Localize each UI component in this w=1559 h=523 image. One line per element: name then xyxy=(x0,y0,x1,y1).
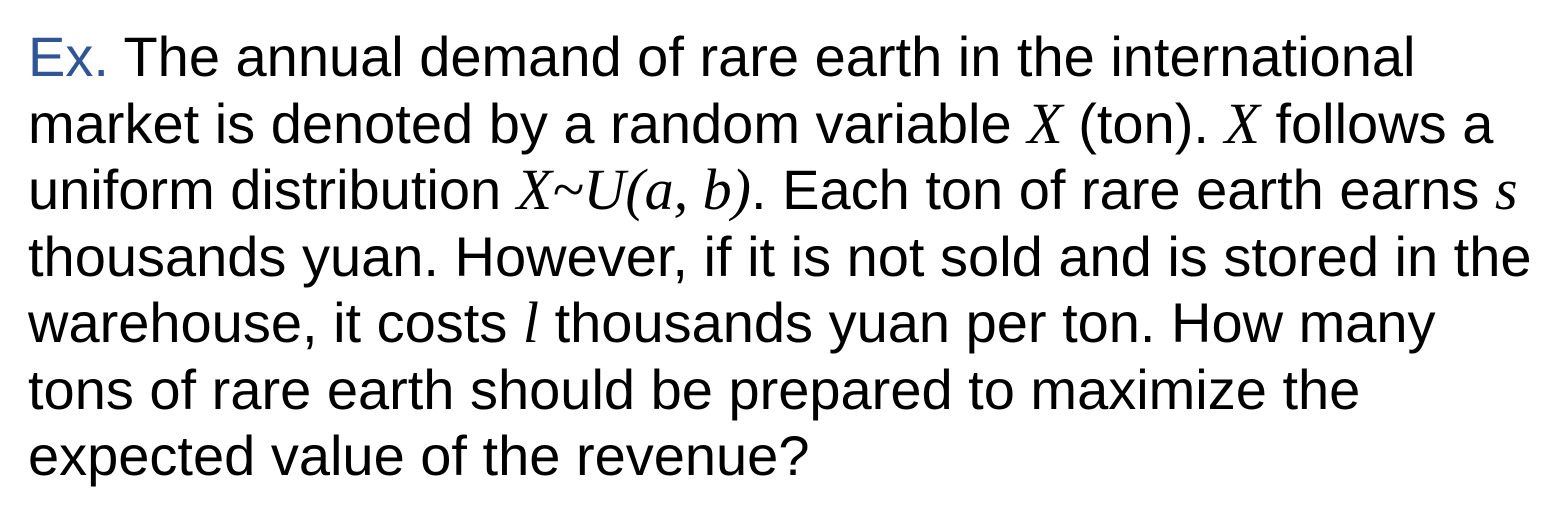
problem-text-segment: uniform distribution xyxy=(28,158,517,221)
problem-line-1: Ex. The annual demand of rare earth in t… xyxy=(28,24,1538,91)
problem-text: Ex. The annual demand of rare earth in t… xyxy=(28,24,1538,490)
problem-text-segment: market is denoted by a random variable xyxy=(28,91,1028,155)
problem-text-segment: warehouse, it costs xyxy=(28,291,523,354)
problem-text-segment: expected value of the revenue? xyxy=(28,424,810,487)
problem-text-segment: (ton). xyxy=(1062,91,1225,155)
problem-text-segment: tons of rare earth should be prepared to… xyxy=(28,357,1361,421)
problem-text-segment: The annual demand of rare earth in the i… xyxy=(108,25,1416,88)
problem-line-3: uniform distribution X~U(a, b). Each ton… xyxy=(28,157,1538,224)
problem-text-segment: follows a xyxy=(1259,91,1494,155)
math-distribution: X~U(a, b) xyxy=(516,157,751,222)
problem-text-segment: thousands yuan. However, if it is not so… xyxy=(28,224,1532,288)
problem-text-segment: . Each ton of rare earth earns xyxy=(751,158,1495,221)
problem-line-4: thousands yuan. However, if it is not so… xyxy=(28,224,1538,291)
problem-line-7: expected value of the revenue? xyxy=(28,423,1538,490)
math-variable-l: l xyxy=(522,290,540,355)
math-variable-x: X xyxy=(1027,90,1063,156)
problem-text-segment: thousands yuan per ton. How many xyxy=(539,291,1436,354)
problem-line-5: warehouse, it costs l thousands yuan per… xyxy=(28,290,1538,357)
problem-line-6: tons of rare earth should be prepared to… xyxy=(28,357,1538,424)
math-variable-s: s xyxy=(1494,157,1518,222)
example-label: Ex. xyxy=(28,25,109,88)
math-variable-x: X xyxy=(1224,90,1260,156)
problem-line-2: market is denoted by a random variable X… xyxy=(28,91,1538,158)
